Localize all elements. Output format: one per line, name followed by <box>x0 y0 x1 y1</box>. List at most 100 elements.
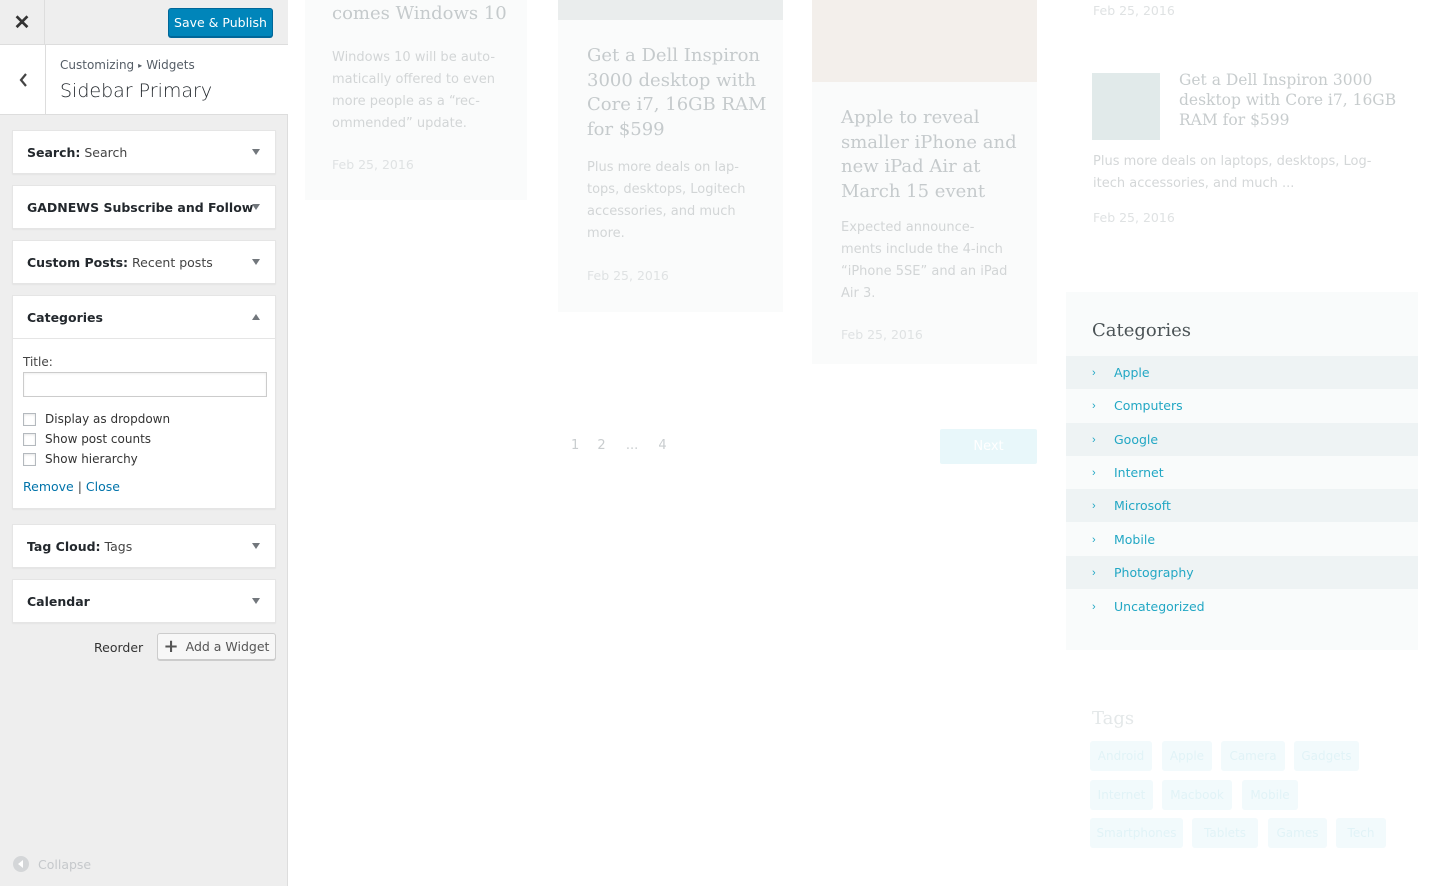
expand-arrow-icon[interactable] <box>252 259 260 265</box>
tag-link[interactable]: Camera <box>1221 741 1285 771</box>
site-preview: comes Windows 10 Windows 10 will be auto… <box>289 0 1433 886</box>
post-excerpt: Windows 10 will be auto- matically offer… <box>332 50 496 131</box>
collapse-arrow-icon <box>13 856 29 872</box>
category-item[interactable]: › Photography <box>1066 556 1418 589</box>
back-button[interactable] <box>0 45 46 114</box>
page-link[interactable]: 4 <box>658 438 666 453</box>
tag-link[interactable]: Mobile <box>1242 780 1298 810</box>
post-date: Feb 25, 2016 <box>1093 210 1175 225</box>
post-thumbnail[interactable] <box>558 0 783 20</box>
save-publish-button[interactable]: Save & Publish <box>168 8 273 37</box>
widget-custom-posts-header[interactable]: Custom Posts: Recent posts <box>13 241 275 283</box>
widget-search-header[interactable]: Search: Search <box>13 131 275 173</box>
tag-link[interactable]: Games <box>1268 818 1327 848</box>
close-widget-link[interactable]: Close <box>86 479 120 494</box>
post-excerpt: Plus more deals on laptops, desktops, Lo… <box>1093 154 1372 191</box>
next-page-button[interactable]: Next <box>940 429 1037 464</box>
chevron-right-icon: › <box>1092 399 1096 412</box>
post-thumbnail[interactable] <box>1092 73 1160 140</box>
show-post-counts-checkbox[interactable] <box>23 432 36 446</box>
tag-link[interactable]: Internet <box>1090 780 1153 810</box>
collapse-label: Collapse <box>38 856 92 872</box>
widget-subscribe-follow-header[interactable]: GADNEWS Subscribe and Follow <box>13 186 275 228</box>
widget-title: Custom Posts: Recent posts <box>27 255 213 270</box>
category-item[interactable]: › Internet <box>1066 456 1418 489</box>
add-widget-label: Add a Widget <box>185 639 270 654</box>
widget-title: GADNEWS Subscribe and Follow <box>27 200 254 215</box>
expand-arrow-icon[interactable] <box>252 204 260 210</box>
post-title[interactable]: Get a Dell Inspiron 3000 desktop with Co… <box>1179 70 1396 130</box>
widget-title: Tag Cloud: Tags <box>27 539 133 554</box>
add-widget-button[interactable]: + Add a Widget <box>157 633 276 660</box>
post-excerpt: Plus more deals on lap- tops, desktops, … <box>587 160 746 241</box>
chevron-right-icon: › <box>1092 600 1096 613</box>
category-item[interactable]: › Mobile <box>1066 523 1418 556</box>
show-hierarchy-option[interactable]: Show hierarchy <box>23 449 265 469</box>
show-post-counts-option[interactable]: Show post counts <box>23 429 265 449</box>
tag-link[interactable]: Tech <box>1336 818 1386 848</box>
category-item[interactable]: › Uncategorized <box>1066 590 1418 623</box>
show-hierarchy-checkbox[interactable] <box>23 452 36 466</box>
post-title[interactable]: Apple to reveal smaller iPhone and new i… <box>841 106 1017 204</box>
remove-widget-link[interactable]: Remove <box>23 479 74 494</box>
widget-categories: Categories Title: Display as dropdown Sh… <box>12 295 276 509</box>
expand-arrow-icon[interactable] <box>252 543 260 549</box>
post-thumbnail[interactable] <box>812 0 1037 82</box>
section-heading: Sidebar Primary <box>60 80 213 102</box>
page-link[interactable]: 1 <box>571 438 579 453</box>
checkbox-label: Display as dropdown <box>45 412 171 426</box>
display-dropdown-checkbox[interactable] <box>23 412 36 426</box>
close-icon: ✕ <box>13 11 31 34</box>
category-item[interactable]: › Computers <box>1066 389 1418 422</box>
page-link[interactable]: 2 <box>597 438 605 453</box>
post-title[interactable]: Get a Dell Inspiron 3000 desktop with Co… <box>587 44 766 142</box>
widget-calendar: Calendar <box>12 579 276 623</box>
widget-tag-cloud-header[interactable]: Tag Cloud: Tags <box>13 525 275 567</box>
title-field-label: Title: <box>23 355 53 369</box>
widget-actions: Remove | Close <box>23 479 265 494</box>
tag-link[interactable]: Android <box>1090 741 1152 771</box>
post-title-partial: comes Windows 10 <box>332 3 507 24</box>
tag-link[interactable]: Macbook <box>1162 780 1232 810</box>
widget-calendar-header[interactable]: Calendar <box>13 580 275 622</box>
title-input[interactable] <box>23 372 267 397</box>
widget-categories-form: Title: Display as dropdown Show post cou… <box>13 338 275 508</box>
chevron-right-icon: › <box>1092 499 1096 512</box>
chevron-right-icon: › <box>1092 433 1096 446</box>
widget-categories-header[interactable]: Categories <box>13 296 275 338</box>
chevron-right-icon: › <box>1092 533 1096 546</box>
close-customizer-button[interactable]: ✕ <box>0 0 45 44</box>
post-excerpt: Expected announce- ments include the 4-i… <box>841 220 1008 301</box>
widget-tag-cloud: Tag Cloud: Tags <box>12 524 276 568</box>
categories-heading: Categories <box>1092 320 1191 341</box>
tag-link[interactable]: Gadgets <box>1294 741 1359 771</box>
breadcrumb: Customizing ▸ Widgets <box>60 58 195 72</box>
category-item[interactable]: › Apple <box>1066 356 1418 389</box>
expand-arrow-icon[interactable] <box>252 149 260 155</box>
chevron-right-icon: › <box>1092 466 1096 479</box>
widget-title: Search: Search <box>27 145 128 160</box>
expand-arrow-icon[interactable] <box>252 598 260 604</box>
post-date: Feb 25, 2016 <box>332 157 414 172</box>
reorder-link[interactable]: Reorder <box>94 640 143 655</box>
display-dropdown-option[interactable]: Display as dropdown <box>23 409 265 429</box>
tag-link[interactable]: Smartphones <box>1090 818 1183 848</box>
page-ellipsis: ... <box>625 438 639 453</box>
tag-link[interactable]: Tablets <box>1192 818 1258 848</box>
checkbox-label: Show hierarchy <box>45 452 138 466</box>
chevron-right-icon: › <box>1092 566 1096 579</box>
customizer-panel: ✕ Save & Publish Customizing ▸ Widgets Sid… <box>0 0 288 886</box>
pagination: 1 2 ... 4 <box>571 438 667 453</box>
tag-link[interactable]: Apple <box>1162 741 1212 771</box>
category-item[interactable]: › Microsoft <box>1066 489 1418 522</box>
collapse-arrow-icon[interactable] <box>252 314 260 320</box>
widget-custom-posts: Custom Posts: Recent posts <box>12 240 276 284</box>
widget-subscribe-follow: GADNEWS Subscribe and Follow <box>12 185 276 229</box>
checkbox-label: Show post counts <box>45 432 152 446</box>
chevron-left-icon <box>19 72 27 87</box>
category-item[interactable]: › Google <box>1066 423 1418 456</box>
collapse-sidebar-button[interactable]: Collapse <box>13 856 91 872</box>
widget-search: Search: Search <box>12 130 276 174</box>
breadcrumb-root: Customizing <box>60 58 135 72</box>
categories-widget: Categories › Apple › Computers › Google › In… <box>1066 292 1418 650</box>
